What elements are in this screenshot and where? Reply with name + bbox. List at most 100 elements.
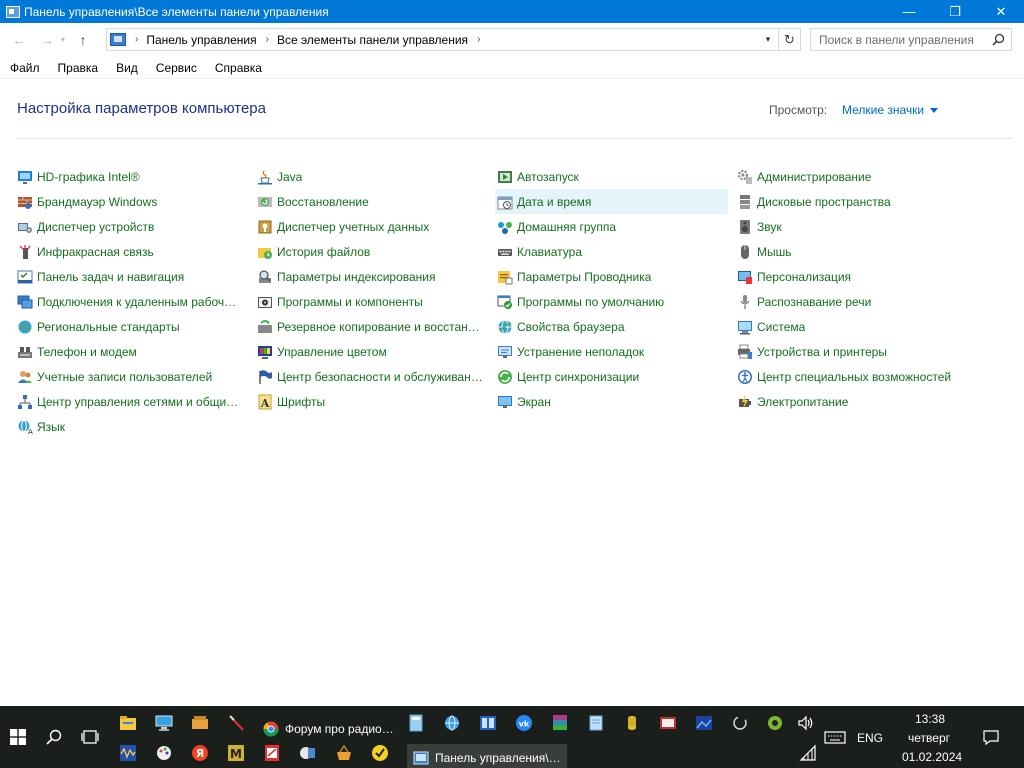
paint-app-icon[interactable]	[155, 744, 173, 762]
reader-app-icon[interactable]	[479, 714, 497, 732]
cp-item-network-center[interactable]: Центр управления сетями и общи…	[15, 389, 248, 414]
menu-help[interactable]: Справка	[205, 61, 270, 75]
cp-item-fonts[interactable]: A Шрифты	[255, 389, 488, 414]
cp-item-infrared[interactable]: Инфракрасная связь	[15, 239, 248, 264]
start-button[interactable]	[0, 722, 36, 752]
cp-item-internet-options[interactable]: Свойства браузера	[495, 314, 728, 339]
menu-tools[interactable]: Сервис	[146, 61, 205, 75]
address-dropdown-icon[interactable]: ▾	[760, 29, 776, 50]
breadcrumb-all-items[interactable]: Все элементы панели управления	[277, 33, 468, 47]
cp-item-mouse[interactable]: Мышь	[735, 239, 968, 264]
cp-item-sound[interactable]: Звук	[735, 214, 968, 239]
refresh-icon[interactable]: ↻	[778, 29, 800, 50]
clock-date[interactable]: 01.02.2024	[902, 750, 962, 764]
coins-app-icon[interactable]	[623, 714, 641, 732]
this-pc-icon[interactable]	[155, 714, 173, 732]
control-panel-app-icon[interactable]	[6, 5, 20, 18]
cp-item-recovery[interactable]: Восстановление	[255, 189, 488, 214]
circuit-app-icon[interactable]	[299, 744, 317, 762]
tray-update-icon[interactable]	[731, 714, 749, 732]
breadcrumb-separator-icon[interactable]: ›	[477, 34, 480, 45]
chevron-down-icon[interactable]	[930, 108, 939, 114]
winrar-icon[interactable]	[551, 714, 569, 732]
cp-item-file-history[interactable]: История файлов	[255, 239, 488, 264]
calculator-icon[interactable]	[407, 714, 425, 732]
taskbar-chrome-window[interactable]: Форум про радио…	[257, 714, 402, 743]
cp-item-backup[interactable]: Резервное копирование и восстан…	[255, 314, 488, 339]
soldering-tool-icon[interactable]	[227, 714, 245, 732]
breadcrumb-separator-icon[interactable]: ›	[266, 34, 269, 45]
cp-item-java[interactable]: Java	[255, 164, 488, 189]
cp-item-display[interactable]: Экран	[495, 389, 728, 414]
taskbar-control-panel-window[interactable]: Панель управления\…	[407, 744, 567, 768]
basket-app-icon[interactable]	[335, 744, 353, 762]
cp-item-ease-of-access[interactable]: Центр специальных возможностей	[735, 364, 968, 389]
tray-app-icon[interactable]	[766, 714, 784, 732]
cp-item-indexing[interactable]: Параметры индексирования	[255, 264, 488, 289]
maximize-button[interactable]: ❐	[932, 0, 978, 23]
volume-icon[interactable]	[797, 714, 815, 732]
vk-icon[interactable]: vk	[515, 714, 533, 732]
cp-item-intel-graphics[interactable]: HD-графика Intel®	[15, 164, 248, 189]
action-center-icon[interactable]	[982, 728, 1000, 746]
clock-time[interactable]: 13:38	[915, 712, 945, 726]
minimize-button[interactable]: —	[886, 0, 932, 23]
task-view-button[interactable]	[72, 722, 108, 752]
touch-keyboard-icon[interactable]	[824, 728, 846, 746]
recent-locations-button[interactable]: ▾	[58, 29, 68, 51]
cp-item-color-management[interactable]: Управление цветом	[255, 339, 488, 364]
cp-item-storage-spaces[interactable]: Дисковые пространства	[735, 189, 968, 214]
back-button[interactable]: ←	[8, 29, 30, 51]
up-button[interactable]: ↑	[72, 29, 94, 51]
cp-item-autoplay[interactable]: Автозапуск	[495, 164, 728, 189]
cp-item-phone-modem[interactable]: Телефон и модем	[15, 339, 248, 364]
cp-item-user-accounts[interactable]: Учетные записи пользователей	[15, 364, 248, 389]
cp-item-homegroup[interactable]: Домашняя группа	[495, 214, 728, 239]
cp-item-sync-center[interactable]: Центр синхронизации	[495, 364, 728, 389]
norton-icon[interactable]	[371, 744, 389, 762]
cp-item-personalization[interactable]: Персонализация	[735, 264, 968, 289]
archive-app-icon[interactable]	[191, 714, 209, 732]
view-mode-dropdown[interactable]: Мелкие значки	[842, 103, 939, 117]
cp-item-speech-recognition[interactable]: Распознавание речи	[735, 289, 968, 314]
media-app-icon[interactable]	[659, 714, 677, 732]
cp-item-remote-desktop[interactable]: Подключения к удаленным рабоч…	[15, 289, 248, 314]
title-bar[interactable]: Панель управления\Все элементы панели уп…	[0, 0, 1024, 23]
input-language-indicator[interactable]: ENG	[857, 731, 883, 745]
cp-item-explorer-options[interactable]: Параметры Проводника	[495, 264, 728, 289]
menu-edit[interactable]: Правка	[48, 61, 107, 75]
file-explorer-icon[interactable]	[119, 714, 137, 732]
cp-item-date-time[interactable]: Дата и время	[495, 189, 728, 214]
view-mode-value[interactable]: Мелкие значки	[842, 103, 924, 117]
cp-item-system[interactable]: Система	[735, 314, 968, 339]
search-input[interactable]	[819, 32, 989, 47]
cp-item-power-options[interactable]: Электропитание	[735, 389, 968, 414]
globe-app-icon[interactable]	[443, 714, 461, 732]
cp-item-administrative-tools[interactable]: Администрирование	[735, 164, 968, 189]
cp-item-credential-manager[interactable]: Диспетчер учетных данных	[255, 214, 488, 239]
cp-item-keyboard[interactable]: Клавиатура	[495, 239, 728, 264]
cp-item-troubleshooting[interactable]: Устранение неполадок	[495, 339, 728, 364]
search-box[interactable]	[810, 28, 1012, 51]
cp-item-default-programs[interactable]: Программы по умолчанию	[495, 289, 728, 314]
close-button[interactable]: ✕	[978, 0, 1024, 23]
breadcrumb-separator-icon[interactable]: ›	[135, 34, 138, 45]
clock-weekday[interactable]: четверг	[908, 731, 950, 745]
yandex-browser-icon[interactable]: Я	[191, 744, 209, 762]
image-viewer-icon[interactable]	[695, 714, 713, 732]
cp-item-region[interactable]: Региональные стандарты	[15, 314, 248, 339]
menu-file[interactable]: Файл	[0, 61, 48, 75]
editor-m-icon[interactable]: M	[227, 744, 245, 762]
search-icon[interactable]	[992, 33, 1005, 46]
breadcrumb-control-panel[interactable]: Панель управления	[146, 33, 256, 47]
notepad-icon[interactable]	[587, 714, 605, 732]
forward-button[interactable]: →	[36, 29, 58, 51]
taskbar-search-button[interactable]	[36, 722, 72, 752]
cp-item-language[interactable]: A Язык	[15, 414, 248, 439]
pdf-viewer-icon[interactable]	[263, 744, 281, 762]
cp-item-security-flag[interactable]: Центр безопасности и обслуживан…	[255, 364, 488, 389]
cp-item-devices-printers[interactable]: Устройства и принтеры	[735, 339, 968, 364]
network-icon[interactable]	[799, 744, 817, 762]
cp-item-programs[interactable]: Программы и компоненты	[255, 289, 488, 314]
waveform-app-icon[interactable]	[119, 744, 137, 762]
